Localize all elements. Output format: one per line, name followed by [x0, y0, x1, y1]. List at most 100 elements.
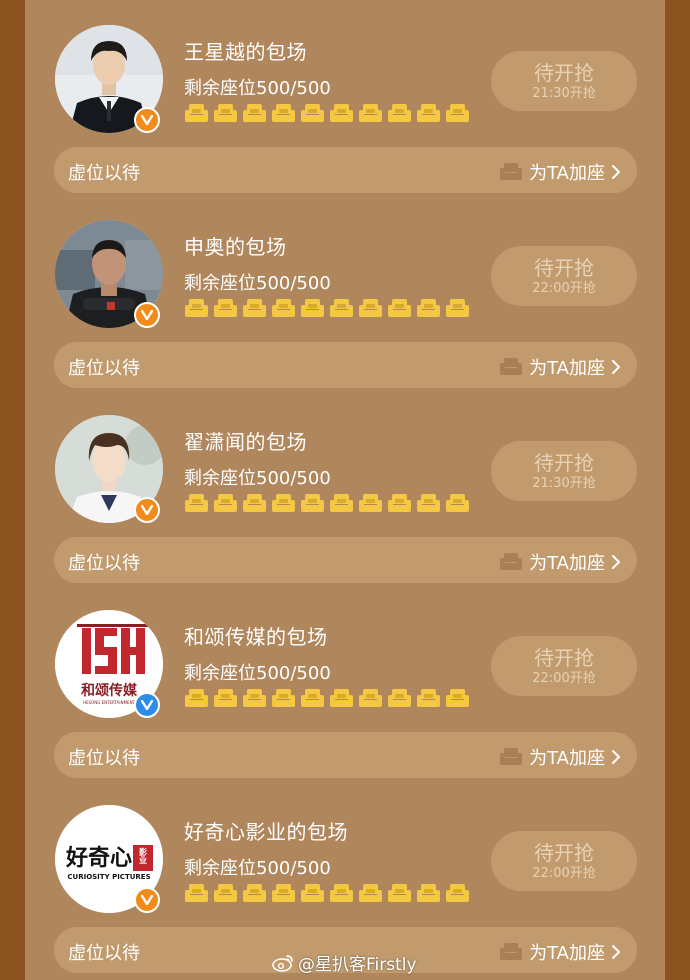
entry-title: 申奥的包场 — [184, 235, 287, 259]
verified-badge-icon — [134, 497, 160, 523]
sofa-icon — [272, 494, 295, 512]
sofa-icon — [388, 299, 411, 317]
sofa-outline-icon — [500, 553, 523, 570]
vacant-label: 虚位以待 — [68, 553, 140, 574]
sofa-icon — [301, 104, 324, 122]
sofa-icon — [417, 299, 440, 317]
page-panel: 王星越的包场 剩余座位500/500 待开抢 21:30开抢 虚位以待 为TA加… — [25, 0, 665, 980]
sofa-icon — [243, 299, 266, 317]
add-seat-button[interactable]: 为TA加座 — [499, 549, 621, 575]
entry-title: 王星越的包场 — [184, 40, 307, 64]
entry-title: 翟潇闻的包场 — [184, 430, 307, 454]
watermark-text: @星扒客Firstly — [298, 955, 417, 975]
sofa-icon — [243, 104, 266, 122]
seat-row — [185, 884, 469, 906]
sofa-icon — [185, 689, 208, 707]
sofa-outline-icon — [500, 358, 523, 375]
watermark: @星扒客Firstly — [272, 950, 417, 975]
vacant-label: 虚位以待 — [68, 943, 140, 964]
sofa-icon — [388, 689, 411, 707]
sofa-icon — [446, 494, 469, 512]
sofa-icon — [417, 689, 440, 707]
sofa-icon — [185, 104, 208, 122]
weibo-icon — [272, 954, 293, 972]
logo-subtext: HESONG ENTERTAINMENT — [83, 700, 136, 705]
sofa-outline-icon — [500, 748, 523, 765]
seat-waiting-bar: 虚位以待 为TA加座 — [54, 147, 637, 193]
sofa-icon — [446, 104, 469, 122]
logo-text: 好奇心 — [65, 845, 132, 871]
grab-ticket-button[interactable]: 待开抢 21:30开抢 — [491, 51, 637, 111]
sofa-icon — [272, 884, 295, 902]
sofa-icon — [446, 689, 469, 707]
chevron-right-icon — [612, 165, 620, 179]
sofa-icon — [243, 689, 266, 707]
sofa-icon — [359, 689, 382, 707]
add-seat-label: 为TA加座 — [529, 943, 605, 964]
sofa-icon — [214, 494, 237, 512]
sofa-icon — [359, 104, 382, 122]
sofa-icon — [330, 299, 353, 317]
grab-start-time: 22:00开抢 — [532, 280, 596, 296]
sofa-icon — [446, 884, 469, 902]
add-seat-button[interactable]: 为TA加座 — [499, 939, 621, 965]
sofa-icon — [388, 884, 411, 902]
add-seat-button[interactable]: 为TA加座 — [499, 354, 621, 380]
sofa-icon — [359, 884, 382, 902]
entry-title: 好奇心影业的包场 — [184, 820, 348, 844]
sofa-icon — [417, 104, 440, 122]
seat-waiting-bar: 虚位以待 为TA加座 — [54, 732, 637, 778]
sofa-icon — [330, 104, 353, 122]
sofa-icon — [185, 299, 208, 317]
sofa-icon — [301, 689, 324, 707]
seat-row — [185, 299, 469, 321]
seat-waiting-bar: 虚位以待 为TA加座 — [54, 342, 637, 388]
sofa-icon — [417, 494, 440, 512]
sofa-icon — [272, 104, 295, 122]
grab-button-label: 待开抢 — [534, 255, 594, 280]
grab-ticket-button[interactable]: 待开抢 22:00开抢 — [491, 831, 637, 891]
verified-badge-icon — [134, 302, 160, 328]
seat-row — [185, 104, 469, 126]
sofa-icon — [301, 884, 324, 902]
vacant-label: 虚位以待 — [68, 748, 140, 769]
grab-start-time: 21:30开抢 — [532, 85, 596, 101]
sofa-outline-icon — [500, 943, 523, 960]
remaining-seats: 剩余座位500/500 — [184, 663, 331, 684]
grab-button-label: 待开抢 — [534, 645, 594, 670]
sofa-icon — [243, 884, 266, 902]
verified-badge-icon — [134, 692, 160, 718]
chevron-right-icon — [612, 360, 620, 374]
logo-seal-text: 影业 — [139, 847, 148, 864]
sofa-icon — [214, 884, 237, 902]
add-seat-button[interactable]: 为TA加座 — [499, 744, 621, 770]
booking-entry: 王星越的包场 剩余座位500/500 待开抢 21:30开抢 虚位以待 为TA加… — [25, 0, 665, 195]
grab-button-label: 待开抢 — [534, 450, 594, 475]
add-seat-button[interactable]: 为TA加座 — [499, 159, 621, 185]
sofa-icon — [330, 884, 353, 902]
grab-ticket-button[interactable]: 待开抢 22:00开抢 — [491, 246, 637, 306]
sofa-icon — [185, 494, 208, 512]
sofa-outline-icon — [500, 163, 523, 180]
remaining-seats: 剩余座位500/500 — [184, 78, 331, 99]
sofa-icon — [359, 494, 382, 512]
entry-title: 和颂传媒的包场 — [184, 625, 328, 649]
sofa-icon — [272, 689, 295, 707]
sofa-icon — [272, 299, 295, 317]
grab-ticket-button[interactable]: 待开抢 22:00开抢 — [491, 636, 637, 696]
logo-text: 和颂传媒 — [81, 682, 138, 699]
grab-start-time: 22:00开抢 — [532, 865, 596, 881]
booking-entry: 翟潇闻的包场 剩余座位500/500 待开抢 21:30开抢 虚位以待 为TA加… — [25, 390, 665, 585]
grab-ticket-button[interactable]: 待开抢 21:30开抢 — [491, 441, 637, 501]
remaining-seats: 剩余座位500/500 — [184, 858, 331, 879]
sofa-icon — [417, 884, 440, 902]
sofa-icon — [185, 884, 208, 902]
sofa-icon — [388, 494, 411, 512]
sofa-icon — [214, 689, 237, 707]
chevron-right-icon — [612, 750, 620, 764]
vacant-label: 虚位以待 — [68, 163, 140, 184]
sofa-icon — [301, 494, 324, 512]
add-seat-label: 为TA加座 — [529, 553, 605, 574]
sofa-icon — [301, 299, 324, 317]
seat-waiting-bar: 虚位以待 为TA加座 — [54, 537, 637, 583]
